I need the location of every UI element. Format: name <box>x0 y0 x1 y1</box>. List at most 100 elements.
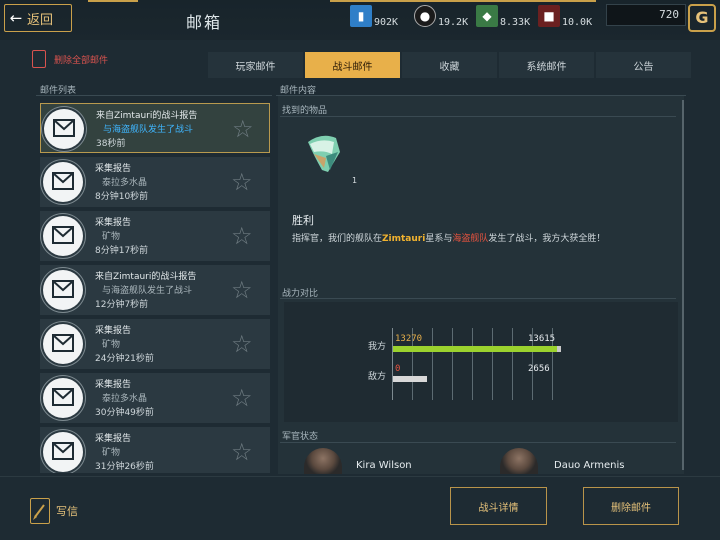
mail-time: 31分钟26秒前 <box>95 462 154 472</box>
mail-item[interactable]: 采集报告 泰拉多水晶 8分钟10秒前 ☆ <box>40 157 270 207</box>
mail-title: 采集报告 <box>95 218 132 228</box>
mail-subtitle: 矿物 <box>102 448 121 458</box>
currency-display: 720 <box>606 4 686 26</box>
content-scrollbar[interactable] <box>682 100 684 470</box>
tab-system-mail[interactable]: 系统邮件 <box>499 52 594 78</box>
tab-battle-mail[interactable]: 战斗邮件 <box>305 52 400 78</box>
ours-bar-track <box>393 346 561 352</box>
battle-detail-button[interactable]: 战斗详情 <box>450 487 547 525</box>
mail-subtitle: 泰拉多水晶 <box>102 394 148 404</box>
envelope-icon <box>43 378 83 418</box>
g-logo-icon[interactable]: G <box>688 4 716 32</box>
helmet-icon: ● <box>414 5 436 27</box>
pencil-icon[interactable] <box>30 498 50 524</box>
enemy-bar-track <box>393 376 561 382</box>
mail-subtitle: 与海盗舰队发生了战斗 <box>103 125 194 135</box>
star-icon[interactable]: ☆ <box>231 224 253 248</box>
delete-all-button[interactable]: 删除全部邮件 <box>32 50 108 68</box>
write-mail-button[interactable]: 写信 <box>56 503 78 519</box>
axis-line <box>392 328 393 400</box>
officer-name: Kira Wilson <box>356 460 412 471</box>
mail-time: 8分钟17秒前 <box>95 246 149 256</box>
mail-time: 38秒前 <box>96 139 126 149</box>
grid-line <box>432 328 433 400</box>
crystal-icon: ◆ <box>476 5 498 27</box>
mail-subtitle: 矿物 <box>102 340 121 350</box>
trash-icon <box>32 50 46 68</box>
mail-subtitle: 泰拉多水晶 <box>102 178 148 188</box>
tab-favorites[interactable]: 收藏 <box>402 52 497 78</box>
desc-system-name: Zimtauri <box>382 234 426 244</box>
enemy-value: 0 <box>395 364 401 374</box>
ours-value: 13270 <box>395 334 423 344</box>
resource-value: 19.2K <box>438 16 469 28</box>
grid-line <box>472 328 473 400</box>
top-accent-line <box>330 0 596 2</box>
mail-time: 30分钟49秒前 <box>95 408 154 418</box>
mail-title: 采集报告 <box>95 434 132 444</box>
mail-time: 12分钟7秒前 <box>95 300 149 310</box>
grid-line <box>452 328 453 400</box>
desc-text: 发生了战斗，我方大获全胜！ <box>488 234 606 244</box>
mail-subtitle: 与海盗舰队发生了战斗 <box>102 286 193 296</box>
crystal-item-icon[interactable] <box>304 132 344 172</box>
desc-text: 星系与 <box>425 234 453 244</box>
resource-helmet: ● 19.2K <box>414 3 468 29</box>
mail-time: 8分钟10秒前 <box>95 192 149 202</box>
star-icon[interactable]: ☆ <box>231 170 253 194</box>
power-comparison-chart <box>284 302 678 422</box>
envelope-icon <box>43 324 83 364</box>
delete-all-label: 删除全部邮件 <box>54 55 109 66</box>
top-accent-line <box>88 0 138 2</box>
mail-title: 采集报告 <box>95 380 132 390</box>
tab-announcements[interactable]: 公告 <box>596 52 691 78</box>
item-count: 1 <box>352 176 358 185</box>
resource-value: 8.33K <box>500 16 531 28</box>
divider <box>280 442 676 443</box>
enemy-bar-fill <box>393 376 427 382</box>
mail-tabs: 玩家邮件 战斗邮件 收藏 系统邮件 公告 <box>208 52 693 78</box>
mail-time: 24分钟21秒前 <box>95 354 154 364</box>
battle-result: 胜利 <box>292 214 314 227</box>
star-icon[interactable]: ☆ <box>231 278 253 302</box>
resource-value: 10.0K <box>562 16 593 28</box>
envelope-icon <box>44 109 84 149</box>
card-icon: ▮ <box>350 5 372 27</box>
ours-max: 13615 <box>528 334 556 344</box>
mail-item[interactable]: 采集报告 矿物 24分钟21秒前 ☆ <box>40 319 270 369</box>
mail-item[interactable]: 采集报告 矿物 31分钟26秒前 ☆ <box>40 427 270 473</box>
mail-item[interactable]: 采集报告 矿物 8分钟17秒前 ☆ <box>40 211 270 261</box>
star-icon[interactable]: ☆ <box>232 117 254 141</box>
grid-line <box>492 328 493 400</box>
enemy-max: 2656 <box>528 364 550 374</box>
star-icon[interactable]: ☆ <box>231 440 253 464</box>
officers-label: 军官状态 <box>282 432 319 442</box>
desc-text: 指挥官，我们的舰队在 <box>292 234 383 244</box>
star-icon[interactable]: ☆ <box>231 386 253 410</box>
ours-bar-fill <box>393 346 557 352</box>
resource-crystal: ◆ 8.33K <box>476 3 530 29</box>
divider <box>280 298 676 299</box>
ours-label: 我方 <box>368 342 387 352</box>
mail-title: 采集报告 <box>95 164 132 174</box>
mail-item[interactable]: 来自Zimtauri的战斗报告 与海盗舰队发生了战斗 38秒前 ☆ <box>40 103 270 153</box>
mail-title: 采集报告 <box>95 326 132 336</box>
mail-title: 来自Zimtauri的战斗报告 <box>96 111 198 121</box>
page-title: 邮箱 <box>186 13 223 32</box>
mail-item[interactable]: 来自Zimtauri的战斗报告 与海盗舰队发生了战斗 12分钟7秒前 ☆ <box>40 265 270 315</box>
back-arrow-icon: ← <box>9 9 23 27</box>
desc-enemy-name: 海盗舰队 <box>452 234 489 244</box>
footer-divider <box>0 476 720 477</box>
divider <box>280 116 676 117</box>
tab-player-mail[interactable]: 玩家邮件 <box>208 52 303 78</box>
mail-item[interactable]: 采集报告 泰拉多水晶 30分钟49秒前 ☆ <box>40 373 270 423</box>
enemy-label: 敌方 <box>368 372 387 382</box>
ore-icon: ■ <box>538 5 560 27</box>
delete-mail-button[interactable]: 删除邮件 <box>583 487 679 525</box>
resource-ore: ■ 10.0K <box>538 3 592 29</box>
envelope-icon <box>43 270 83 310</box>
star-icon[interactable]: ☆ <box>231 332 253 356</box>
envelope-icon <box>43 162 83 202</box>
back-button[interactable]: ← 返回 <box>4 4 72 32</box>
battle-description: 指挥官，我们的舰队在Zimtauri星系与海盗舰队发生了战斗，我方大获全胜！ <box>292 231 605 244</box>
